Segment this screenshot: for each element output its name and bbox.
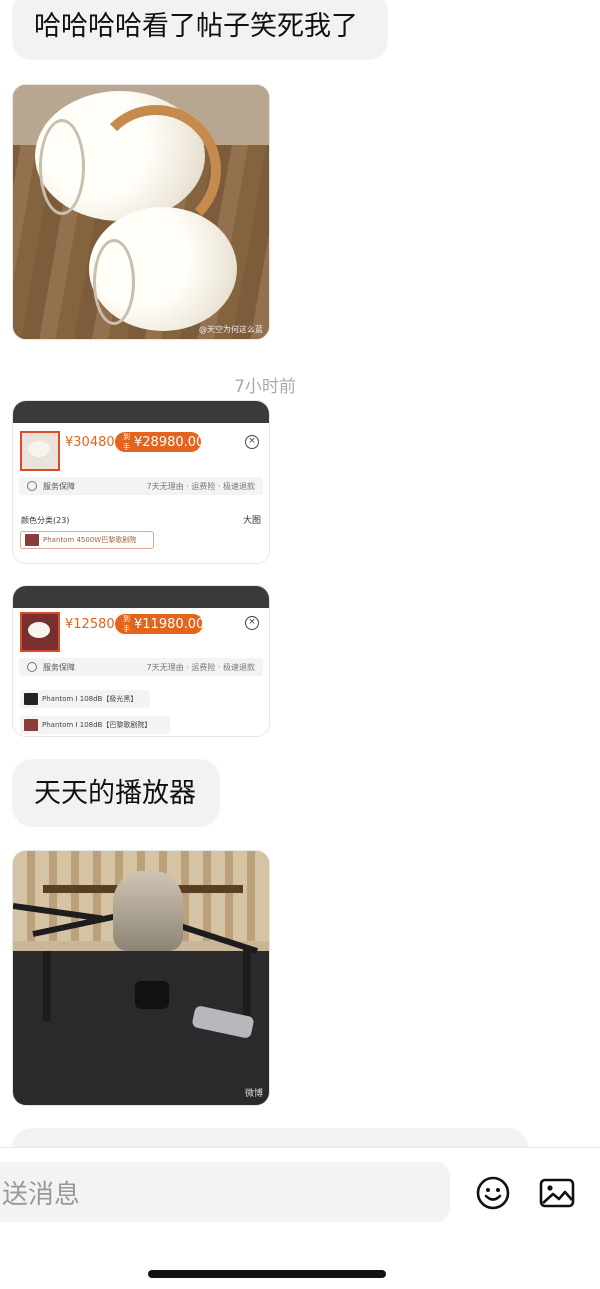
close-icon: × bbox=[245, 616, 259, 630]
message-image-drones[interactable]: 微博 bbox=[12, 850, 270, 1106]
color-option-chip: Phantom 4500W巴黎歌剧院 bbox=[20, 531, 154, 549]
service-detail: 7天无理由 · 运费险 · 极速退款 bbox=[146, 481, 255, 491]
image-watermark: @天空为何这么蓝 bbox=[199, 325, 263, 334]
emoji-icon bbox=[476, 1176, 510, 1210]
product-screenshot-2[interactable]: ¥12580 到手 ¥11980.00 × 服务保障 7天无理由 · 运费险 ·… bbox=[12, 585, 270, 737]
option-label: Phantom 4500W巴黎歌剧院 bbox=[43, 536, 137, 544]
image-icon bbox=[539, 1178, 575, 1208]
service-label: 服务保障 bbox=[43, 662, 75, 672]
home-indicator bbox=[148, 1270, 386, 1278]
discount-price-badge: 到手 ¥28980.00 bbox=[115, 432, 205, 452]
product-screenshot-1[interactable]: ¥30480 到手 ¥28980.00 × 服务保障 7天无理由 · 运费险 ·… bbox=[12, 400, 270, 564]
drone-leg bbox=[243, 947, 251, 1017]
product-thumbnail bbox=[20, 431, 60, 471]
original-price: ¥12580 bbox=[65, 617, 115, 632]
drone-body bbox=[113, 871, 183, 951]
discount-price: ¥11980.00 bbox=[134, 616, 205, 632]
service-row: 服务保障 7天无理由 · 运费险 · 极速退款 bbox=[19, 658, 263, 676]
option-label: Phantom Ⅰ 108dB【极光黑】 bbox=[42, 695, 138, 703]
speaker-small-ring bbox=[93, 239, 135, 325]
message-bubble-text[interactable]: 哈哈哈哈看了帖子笑死我了 bbox=[12, 0, 388, 60]
option-thumbnail bbox=[24, 719, 38, 731]
service-label: 服务保障 bbox=[43, 481, 75, 491]
close-icon: × bbox=[245, 435, 259, 449]
option-row-2: Phantom Ⅰ 108dB【巴黎歌剧院】 bbox=[20, 716, 170, 734]
shield-icon bbox=[27, 481, 37, 491]
image-button[interactable] bbox=[539, 1177, 575, 1209]
big-image-label: 大图 bbox=[242, 516, 261, 526]
message-text: 哈哈哈哈看了帖子笑死我了 bbox=[34, 10, 358, 42]
option-label: Phantom Ⅰ 108dB【巴黎歌剧院】 bbox=[42, 721, 152, 729]
service-detail: 7天无理由 · 运费险 · 极速退款 bbox=[146, 662, 255, 672]
original-price: ¥30480 bbox=[65, 435, 115, 450]
image-watermark: 微博 bbox=[244, 1089, 263, 1099]
service-row: 服务保障 7天无理由 · 运费险 · 极速退款 bbox=[19, 477, 263, 495]
card-header-strip bbox=[13, 401, 269, 423]
option-row-1: Phantom Ⅰ 108dB【极光黑】 bbox=[20, 690, 150, 708]
message-image-speakers[interactable]: @天空为何这么蓝 bbox=[12, 84, 270, 340]
color-options-label: 颜色分类(23) bbox=[21, 516, 70, 525]
message-input-bar: 送消息 bbox=[0, 1147, 600, 1289]
emoji-button[interactable] bbox=[476, 1176, 510, 1210]
message-bubble-text[interactable]: 天天的播放器 bbox=[12, 759, 220, 827]
drone-leg bbox=[43, 951, 51, 1021]
card-header-strip bbox=[13, 586, 269, 608]
message-text: 天天的播放器 bbox=[34, 777, 196, 809]
discount-price-badge: 到手 ¥11980.00 bbox=[115, 614, 205, 634]
price-tag-label: 到手 bbox=[123, 615, 130, 633]
message-input[interactable]: 送消息 bbox=[0, 1162, 450, 1222]
option-thumbnail bbox=[24, 693, 38, 705]
shield-icon bbox=[27, 662, 37, 672]
option-thumbnail bbox=[25, 534, 39, 546]
drone-camera bbox=[135, 981, 169, 1009]
speaker-large-ring bbox=[39, 119, 85, 215]
price-tag-label: 到手 bbox=[123, 433, 130, 451]
message-timestamp: 7小时前 bbox=[234, 377, 296, 397]
discount-price: ¥28980.00 bbox=[134, 434, 205, 450]
product-thumbnail bbox=[20, 612, 60, 652]
